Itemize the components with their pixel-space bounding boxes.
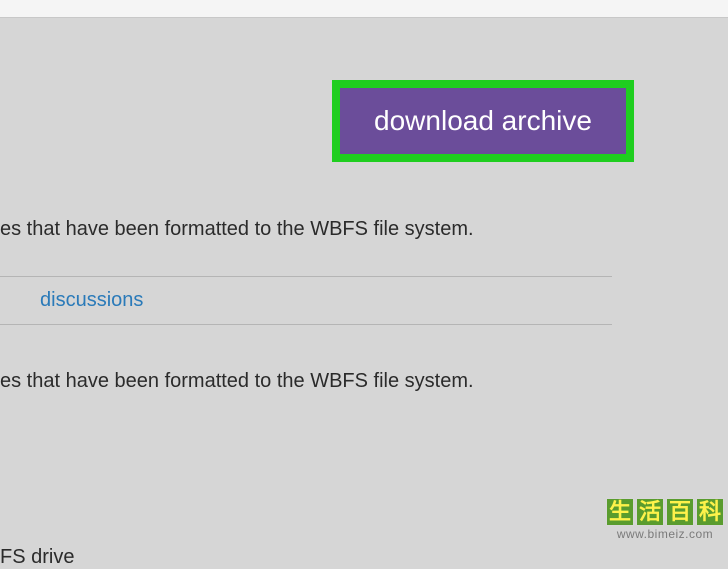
tab-section: discussions	[0, 276, 612, 325]
tab-discussions[interactable]: discussions	[40, 289, 143, 312]
description-text-1: es that have been formatted to the WBFS …	[0, 218, 474, 241]
watermark-url: www.bimeiz.com	[606, 528, 724, 540]
watermark-char: 科	[696, 498, 724, 526]
description-text-3: FS drive	[0, 546, 74, 569]
content-area: download archive es that have been forma…	[0, 18, 728, 98]
divider	[0, 324, 612, 325]
watermark-char: 百	[666, 498, 694, 526]
tab-row: discussions	[0, 277, 612, 324]
download-archive-button[interactable]: download archive	[340, 88, 626, 154]
window-top-bar	[0, 0, 728, 18]
watermark-logo: 生 活 百 科	[606, 498, 724, 526]
watermark-char: 生	[606, 498, 634, 526]
description-text-2: es that have been formatted to the WBFS …	[0, 370, 474, 393]
watermark-char: 活	[636, 498, 664, 526]
download-highlight-box: download archive	[332, 80, 634, 162]
watermark: 生 活 百 科 www.bimeiz.com	[606, 498, 724, 540]
